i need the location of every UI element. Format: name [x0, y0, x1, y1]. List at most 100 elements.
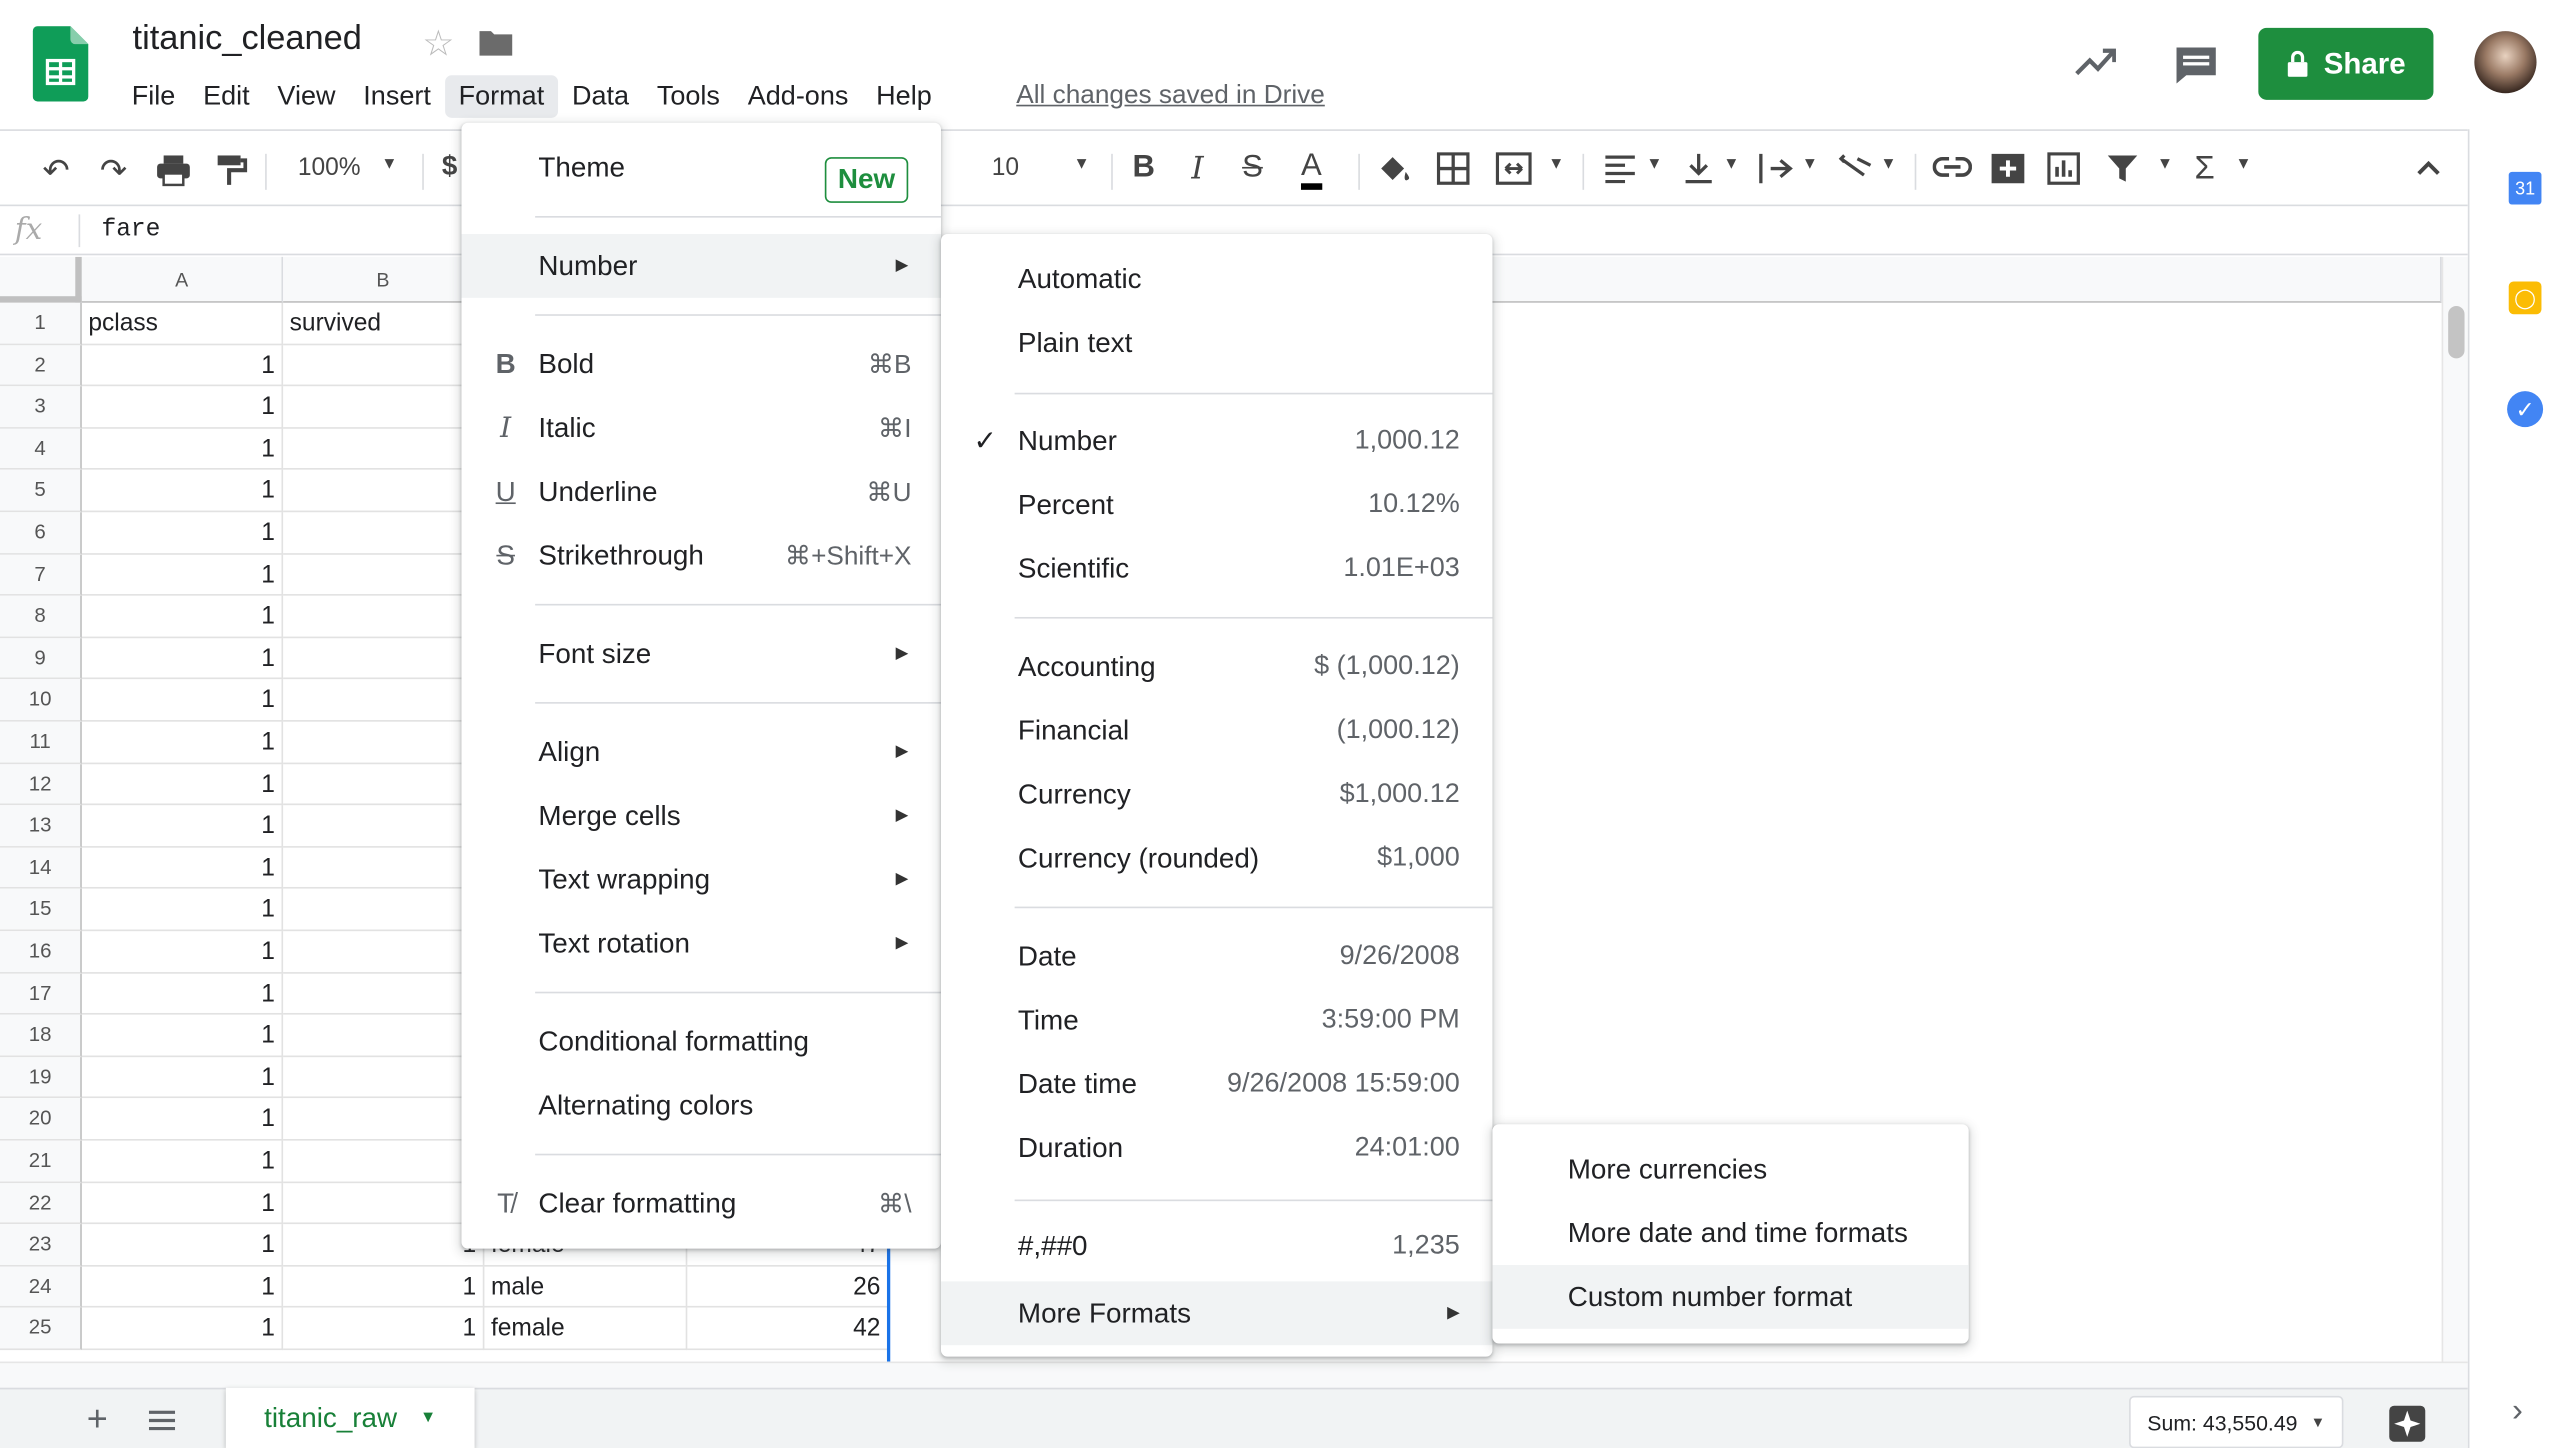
- cell-d[interactable]: 42: [687, 1308, 889, 1351]
- menu-item-conditional-formatting[interactable]: Conditional formatting: [461, 1010, 940, 1074]
- cell-a[interactable]: 1: [81, 344, 284, 387]
- cell-b[interactable]: [283, 931, 485, 974]
- cell-a[interactable]: 1: [81, 1098, 284, 1141]
- scroll-thumb[interactable]: [2448, 306, 2465, 359]
- row-header[interactable]: 20: [0, 1098, 82, 1141]
- functions-icon[interactable]: Σ: [2195, 151, 2215, 189]
- menu-format[interactable]: Format: [444, 75, 559, 118]
- paint-format-icon[interactable]: [214, 154, 248, 187]
- cell-b[interactable]: [283, 470, 485, 513]
- row-header[interactable]: 13: [0, 805, 82, 848]
- chevron-down-icon[interactable]: ▼: [1548, 155, 1564, 173]
- cell-a[interactable]: pclass: [81, 302, 284, 345]
- cell-a[interactable]: 1: [81, 386, 284, 429]
- cell-b[interactable]: [283, 1056, 485, 1099]
- cell-b[interactable]: 1: [283, 1266, 485, 1309]
- cell-b[interactable]: survived: [283, 302, 485, 345]
- menu-item-bold[interactable]: B Bold ⌘B: [461, 332, 940, 396]
- link-icon[interactable]: [1932, 155, 1972, 178]
- zoom-select[interactable]: 100%: [298, 154, 361, 182]
- custom-number-format-item[interactable]: Custom number format: [1492, 1264, 1969, 1329]
- doc-title[interactable]: titanic_cleaned: [133, 20, 362, 59]
- menu-item-font-size[interactable]: Font size ▶: [461, 622, 940, 686]
- menu-edit[interactable]: Edit: [189, 75, 263, 118]
- cell-a[interactable]: 1: [81, 1014, 284, 1057]
- insert-comment-icon[interactable]: [1990, 152, 2026, 185]
- cell-b[interactable]: [283, 637, 485, 680]
- row-header[interactable]: 3: [0, 386, 82, 429]
- formula-input[interactable]: fare: [101, 216, 160, 244]
- menu-item-strikethrough[interactable]: S Strikethrough ⌘+Shift+X: [461, 524, 940, 588]
- menu-data[interactable]: Data: [558, 75, 643, 118]
- cell-a[interactable]: 1: [81, 1140, 284, 1183]
- row-header[interactable]: 17: [0, 973, 82, 1015]
- cell-b[interactable]: 1: [283, 1308, 485, 1351]
- number-format-option[interactable]: Currency $1,000.12: [941, 763, 1492, 827]
- number-format-option[interactable]: Scientific 1.01E+03: [941, 537, 1492, 601]
- row-header[interactable]: 24: [0, 1266, 82, 1309]
- calendar-icon[interactable]: 31: [2508, 171, 2542, 205]
- more-formats-item[interactable]: More Formats ▶: [940, 1281, 1493, 1346]
- row-header[interactable]: 18: [0, 1014, 82, 1057]
- number-format-automatic[interactable]: Automatic: [941, 247, 1492, 311]
- vertical-scrollbar[interactable]: [2441, 256, 2468, 1362]
- cell-b[interactable]: [283, 679, 485, 722]
- number-format-option[interactable]: Financial (1,000.12): [941, 699, 1492, 763]
- cell-a[interactable]: 1: [81, 1182, 284, 1225]
- print-icon[interactable]: [155, 154, 191, 187]
- number-format-plain-text[interactable]: Plain text: [941, 311, 1492, 375]
- chevron-down-icon[interactable]: ▼: [2157, 155, 2173, 173]
- folder-icon[interactable]: [478, 28, 514, 57]
- number-format-option[interactable]: Currency (rounded) $1,000: [941, 826, 1492, 890]
- cell-a[interactable]: 1: [81, 805, 284, 848]
- chevron-down-icon[interactable]: ▼: [1723, 155, 1739, 173]
- tasks-icon[interactable]: ✓: [2507, 391, 2544, 428]
- chevron-down-icon[interactable]: ▼: [2235, 155, 2251, 173]
- cell-c[interactable]: female: [484, 1308, 688, 1351]
- horizontal-align-icon[interactable]: [1604, 154, 1637, 184]
- row-header[interactable]: 4: [0, 428, 82, 471]
- cell-a[interactable]: 1: [81, 470, 284, 513]
- row-header[interactable]: 21: [0, 1140, 82, 1183]
- italic-icon[interactable]: I: [1191, 151, 1203, 187]
- cell-b[interactable]: 1: [283, 1224, 485, 1267]
- row-header[interactable]: 10: [0, 679, 82, 722]
- cell-a[interactable]: 1: [81, 973, 284, 1015]
- add-sheet-icon[interactable]: +: [87, 1398, 108, 1441]
- menu-file[interactable]: File: [118, 75, 189, 118]
- chevron-down-icon[interactable]: ▼: [1074, 155, 1090, 173]
- menu-item-underline[interactable]: U Underline ⌘U: [461, 460, 940, 524]
- cell-a[interactable]: 1: [81, 931, 284, 974]
- number-format-option[interactable]: Date time 9/26/2008 15:59:00: [941, 1052, 1492, 1116]
- expand-panel-icon[interactable]: ›: [2512, 1393, 2523, 1431]
- row-header[interactable]: 22: [0, 1182, 82, 1225]
- row-header[interactable]: 11: [0, 721, 82, 764]
- cell-b[interactable]: [283, 721, 485, 764]
- row-header[interactable]: 2: [0, 344, 82, 387]
- menu-item-text-rotation[interactable]: Text rotation ▶: [461, 912, 940, 976]
- number-format-option[interactable]: Percent 10.12%: [941, 473, 1492, 537]
- row-header[interactable]: 12: [0, 763, 82, 806]
- chevron-down-icon[interactable]: ▼: [1802, 155, 1818, 173]
- number-format-option[interactable]: Accounting $ (1,000.12): [941, 635, 1492, 699]
- menu-tools[interactable]: Tools: [643, 75, 734, 118]
- row-header[interactable]: 7: [0, 554, 82, 596]
- cell-b[interactable]: [283, 805, 485, 848]
- row-header[interactable]: 15: [0, 889, 82, 932]
- cell-a[interactable]: 1: [81, 428, 284, 471]
- filter-icon[interactable]: [2106, 154, 2139, 183]
- sheets-logo-icon[interactable]: [32, 26, 89, 102]
- cell-b[interactable]: [283, 554, 485, 596]
- chevron-down-icon[interactable]: ▼: [420, 1409, 436, 1427]
- currency-format-button[interactable]: $: [442, 151, 457, 184]
- strikethrough-icon[interactable]: S: [1242, 151, 1263, 187]
- menu-item-alternating-colors[interactable]: Alternating colors: [461, 1074, 940, 1138]
- row-header[interactable]: 19: [0, 1056, 82, 1099]
- fill-color-icon[interactable]: [1376, 152, 1412, 185]
- comments-icon[interactable]: [2173, 44, 2219, 87]
- cell-b[interactable]: [283, 1182, 485, 1225]
- cell-a[interactable]: 1: [81, 512, 284, 555]
- cell-a[interactable]: 1: [81, 1308, 284, 1351]
- cell-c[interactable]: male: [484, 1266, 688, 1309]
- menu-view[interactable]: View: [264, 75, 350, 118]
